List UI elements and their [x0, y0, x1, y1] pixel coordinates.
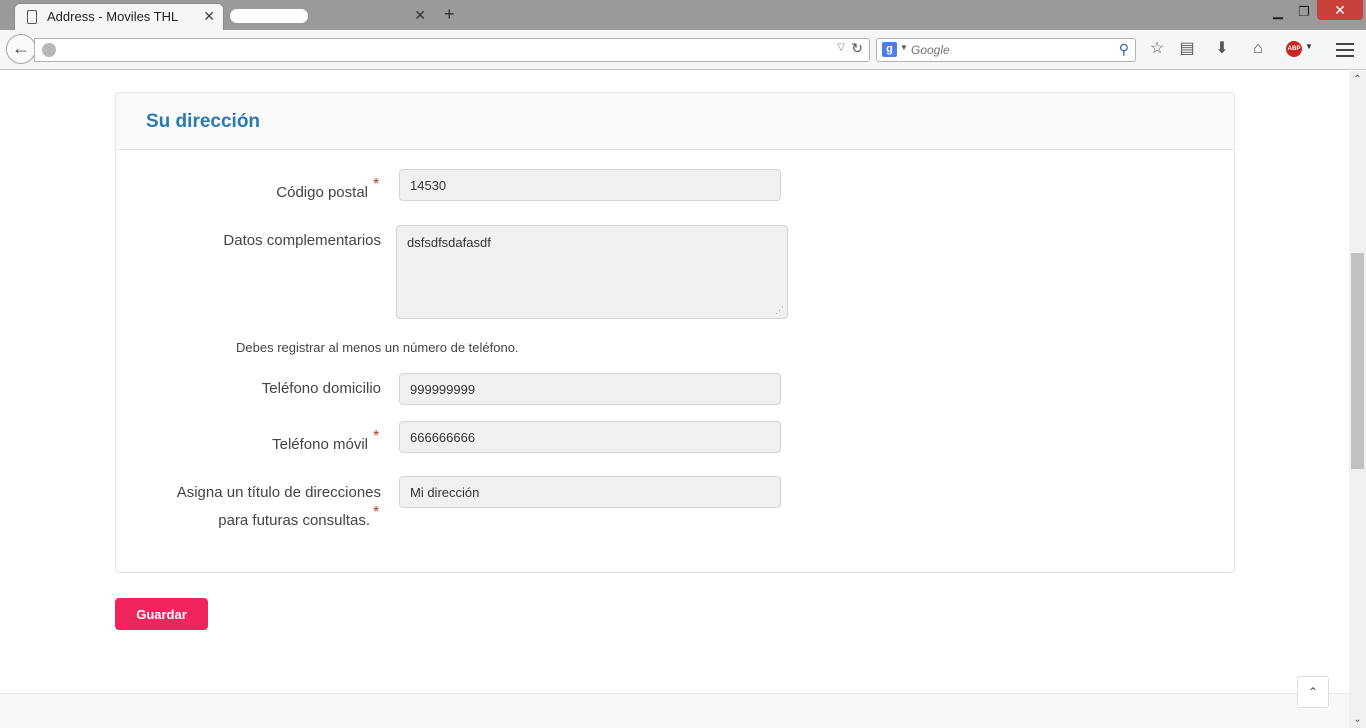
caret-down-icon[interactable]: ▼ [1305, 42, 1313, 51]
address-panel: Su dirección Código postal * Datos compl… [115, 92, 1235, 573]
back-arrow-icon[interactable]: ← [6, 34, 36, 64]
window-close-icon[interactable]: ✕ [1317, 0, 1363, 20]
postal-code-input[interactable] [399, 169, 781, 201]
globe-icon [42, 43, 56, 57]
search-bar[interactable]: g ▼ ⚲ [876, 38, 1136, 62]
scroll-thumb[interactable] [1351, 253, 1364, 469]
page-icon [27, 10, 37, 24]
browser-navbar: ← ▽ ↻ g ▼ ⚲ ☆ ▤ ⬇ ⌂ ABP ▼ [0, 30, 1366, 70]
alias-label-line2: para futuras consultas. [218, 512, 370, 529]
adblock-icon[interactable]: ABP [1286, 41, 1302, 57]
postal-code-label: Código postal [276, 184, 368, 201]
tab-title: Address - Moviles THL [47, 9, 179, 24]
scroll-down-icon[interactable]: ⌄ [1349, 711, 1366, 728]
hamburger-menu-icon[interactable] [1334, 39, 1356, 61]
mobile-phone-label: Teléfono móvil [272, 436, 368, 453]
alias-input[interactable] [399, 476, 781, 508]
page-scrollbar[interactable]: ⌃ ⌄ [1349, 71, 1366, 728]
tab-address[interactable]: Address - Moviles THL ✕ [14, 3, 224, 30]
caret-down-icon[interactable]: ▼ [900, 43, 908, 52]
url-bar[interactable]: ▽ ↻ [34, 38, 870, 62]
save-button[interactable]: Guardar [115, 598, 208, 630]
reload-icon[interactable]: ↻ [851, 40, 863, 57]
blurred-tab-title [230, 9, 308, 23]
panel-header: Su dirección [116, 93, 1234, 150]
star-icon[interactable]: ☆ [1146, 38, 1168, 60]
required-mark: * [373, 504, 380, 521]
search-icon[interactable]: ⚲ [1119, 41, 1129, 58]
browser-titlebar: Address - Moviles THL ✕ ✕ + ▁ ❐ ✕ [0, 0, 1366, 30]
close-tab-icon[interactable]: ✕ [203, 8, 215, 24]
alias-label-line1: Asigna un título de direcciones [176, 484, 381, 501]
home-phone-input[interactable] [399, 373, 781, 405]
new-tab-icon[interactable]: + [444, 4, 455, 24]
scroll-up-icon[interactable]: ⌃ [1349, 71, 1366, 88]
page-footer [0, 693, 1349, 728]
required-mark: * [373, 428, 380, 445]
restore-icon[interactable]: ❐ [1294, 2, 1314, 22]
tab-blurred[interactable]: ✕ [224, 3, 434, 30]
phone-help-text: Debes registrar al menos un número de te… [236, 340, 519, 355]
home-phone-label: Teléfono domicilio [261, 380, 381, 397]
minimize-icon[interactable]: ▁ [1268, 2, 1288, 22]
close-tab-icon[interactable]: ✕ [414, 7, 426, 23]
chevron-down-icon[interactable]: ▽ [837, 42, 845, 53]
home-icon[interactable]: ⌂ [1247, 38, 1269, 60]
section-title: Su dirección [146, 111, 261, 132]
required-mark: * [373, 176, 380, 193]
extra-data-textarea[interactable]: dsfsdfsdafasdf [396, 225, 788, 319]
google-icon[interactable]: g [882, 42, 897, 57]
back-to-top-icon[interactable]: ⌃ [1297, 676, 1329, 708]
mobile-phone-input[interactable] [399, 421, 781, 453]
reading-list-icon[interactable]: ▤ [1176, 38, 1198, 60]
download-icon[interactable]: ⬇ [1211, 38, 1233, 60]
extra-data-label: Datos complementarios [223, 232, 381, 249]
search-input[interactable] [911, 40, 1111, 60]
resize-grip-icon[interactable]: ⋰ [775, 305, 785, 315]
